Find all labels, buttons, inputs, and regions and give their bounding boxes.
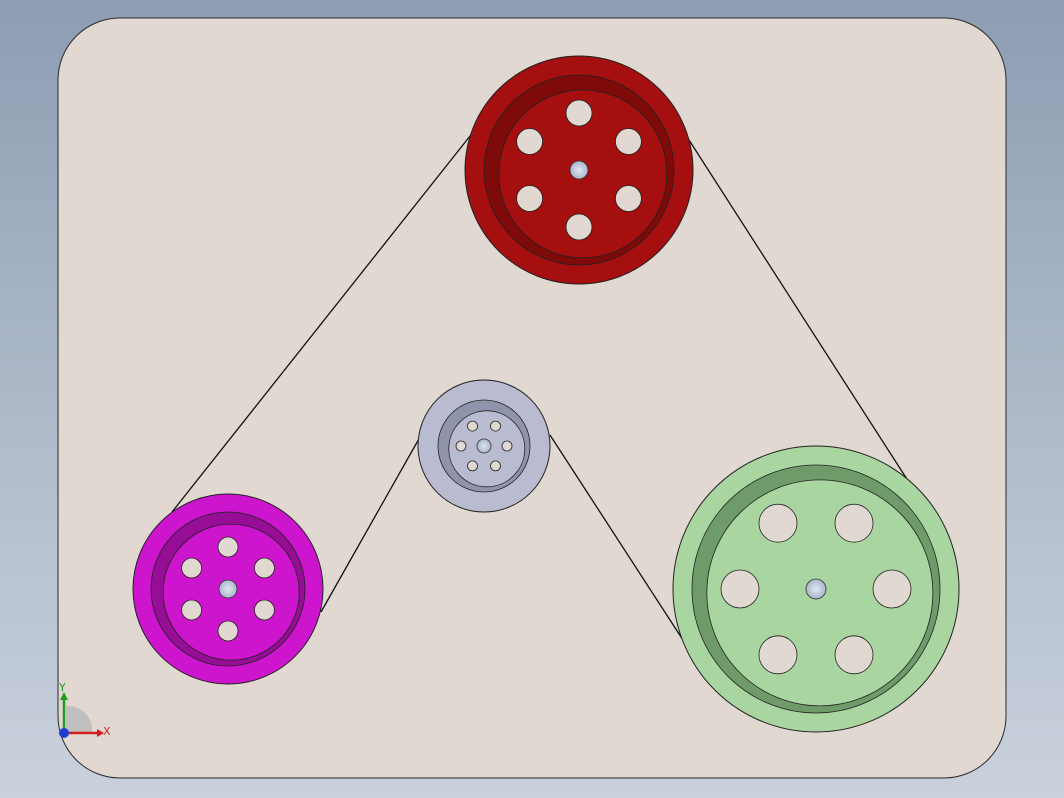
pulley-hole [455,440,467,452]
pulley-gray[interactable] [417,379,551,513]
pulley-hole [758,635,798,675]
pulley-hole [490,420,501,432]
triad-y-label: Y [58,681,66,694]
pulley-hole [516,185,543,212]
pulley-hole [217,536,239,558]
triad-z-axis [59,728,69,738]
pulley-hole [253,599,275,621]
pulley-hole [758,503,798,543]
pulley-hole [615,185,642,212]
pulley-hole [834,503,874,543]
pulley-hole [181,557,203,579]
pulley-hole [615,128,642,155]
pulley-hole [467,420,478,432]
pulley-hole [565,99,593,127]
pulley-shaft-bore [218,579,238,599]
pulley-green[interactable] [672,445,960,733]
pulley-hole [872,569,912,609]
pulley-shaft-bore [569,160,589,180]
pulley-hole [490,460,501,472]
pulley-shaft-bore [805,578,827,600]
pulley-shaft-bore [476,438,492,454]
pulley-hole [467,460,478,472]
cad-viewport[interactable]: X Y [0,0,1064,798]
pulley-hole [834,635,874,675]
pulley-hole [253,557,275,579]
pulley-magenta[interactable] [132,493,324,685]
pulley-hole [720,569,760,609]
pulley-hole [501,440,513,452]
pulley-hole [181,599,203,621]
pulley-red[interactable] [464,55,694,285]
pulley-hole [516,128,543,155]
pulley-hole [217,620,239,642]
triad-x-label: X [103,725,111,738]
pulley-hole [565,213,593,241]
